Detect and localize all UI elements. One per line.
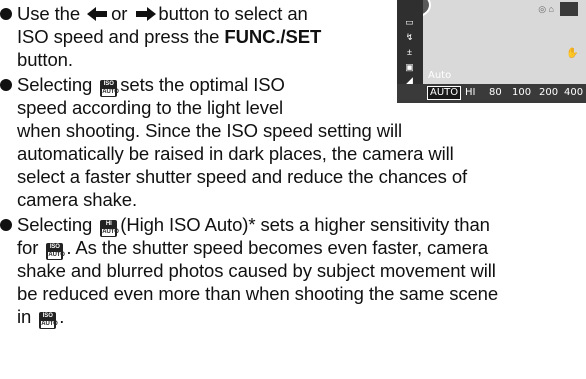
- camera-screen-image: ◎ ⌂ ▭ ↯ ± ▣ ◢ L ✋ Auto AUTO HI 80 100 20…: [397, 0, 586, 103]
- shake-warning-icon: ✋: [566, 48, 579, 59]
- iso-option-auto: AUTO: [427, 86, 462, 100]
- bullet-2-line-3: when shooting. Since the ISO speed setti…: [17, 120, 403, 141]
- bullet-3-line-4: be reduced even more than when shooting …: [17, 283, 499, 304]
- iso-auto-icon: ISO AUTO: [100, 80, 119, 97]
- bullet-3-line-5: in ISO AUTO.: [17, 306, 65, 329]
- bullet-1-line-1: Use the or button to select an: [0, 2, 308, 25]
- bullet-1-line-2: ISO speed and press the FUNC./SET: [17, 26, 322, 47]
- hi-iso-auto-icon: HI AUTO: [100, 220, 119, 237]
- card-icon: [560, 2, 578, 16]
- exposure-icon: ±: [407, 47, 412, 57]
- iso-option-400: 400: [564, 87, 584, 98]
- bullet-dot: [0, 8, 12, 20]
- iso-auto-icon: ISO AUTO: [46, 243, 65, 260]
- bullet-dot: [0, 79, 12, 91]
- iso-option-hi: HI: [465, 87, 476, 98]
- left-arrow-icon: [87, 7, 109, 21]
- status-icon: ◎ ⌂: [538, 4, 554, 14]
- bullet-3-line-2: for ISO AUTO. As the shutter speed become…: [17, 237, 489, 260]
- bullet-2-line-1: Selecting ISO AUTO sets the optimal ISO: [0, 73, 285, 97]
- iso-option-100: 100: [512, 87, 532, 98]
- bullet-dot: [0, 219, 12, 231]
- bullet-2-line-4: automatically be raised in dark places, …: [17, 143, 454, 164]
- func-set-label: FUNC./SET: [224, 26, 322, 47]
- white-balance-icon: ▣: [405, 62, 414, 72]
- bullet-3-line-1: Selecting HI AUTO (High ISO Auto)* sets a …: [0, 213, 490, 237]
- bullet-1-line-3: button.: [17, 49, 73, 70]
- flash-off-icon: ↯: [405, 32, 414, 42]
- bullet-3-line-3: shake and blurred photos caused by subje…: [17, 260, 496, 281]
- right-arrow-icon: [134, 7, 157, 21]
- bullet-2-line-2: speed according to the light level: [17, 97, 284, 118]
- iso-mode-label: Auto: [428, 70, 452, 81]
- drive-mode-icon: ▭: [405, 17, 414, 27]
- bullet-2-line-6: camera shake.: [17, 189, 138, 210]
- iso-option-80: 80: [489, 87, 502, 98]
- manual-page: Use the or button to select an ISO speed…: [0, 0, 586, 379]
- iso-auto-icon: ISO AUTO: [39, 312, 58, 329]
- bullet-2-line-5: select a faster shutter speed and reduce…: [17, 166, 468, 187]
- iso-option-200: 200: [539, 87, 559, 98]
